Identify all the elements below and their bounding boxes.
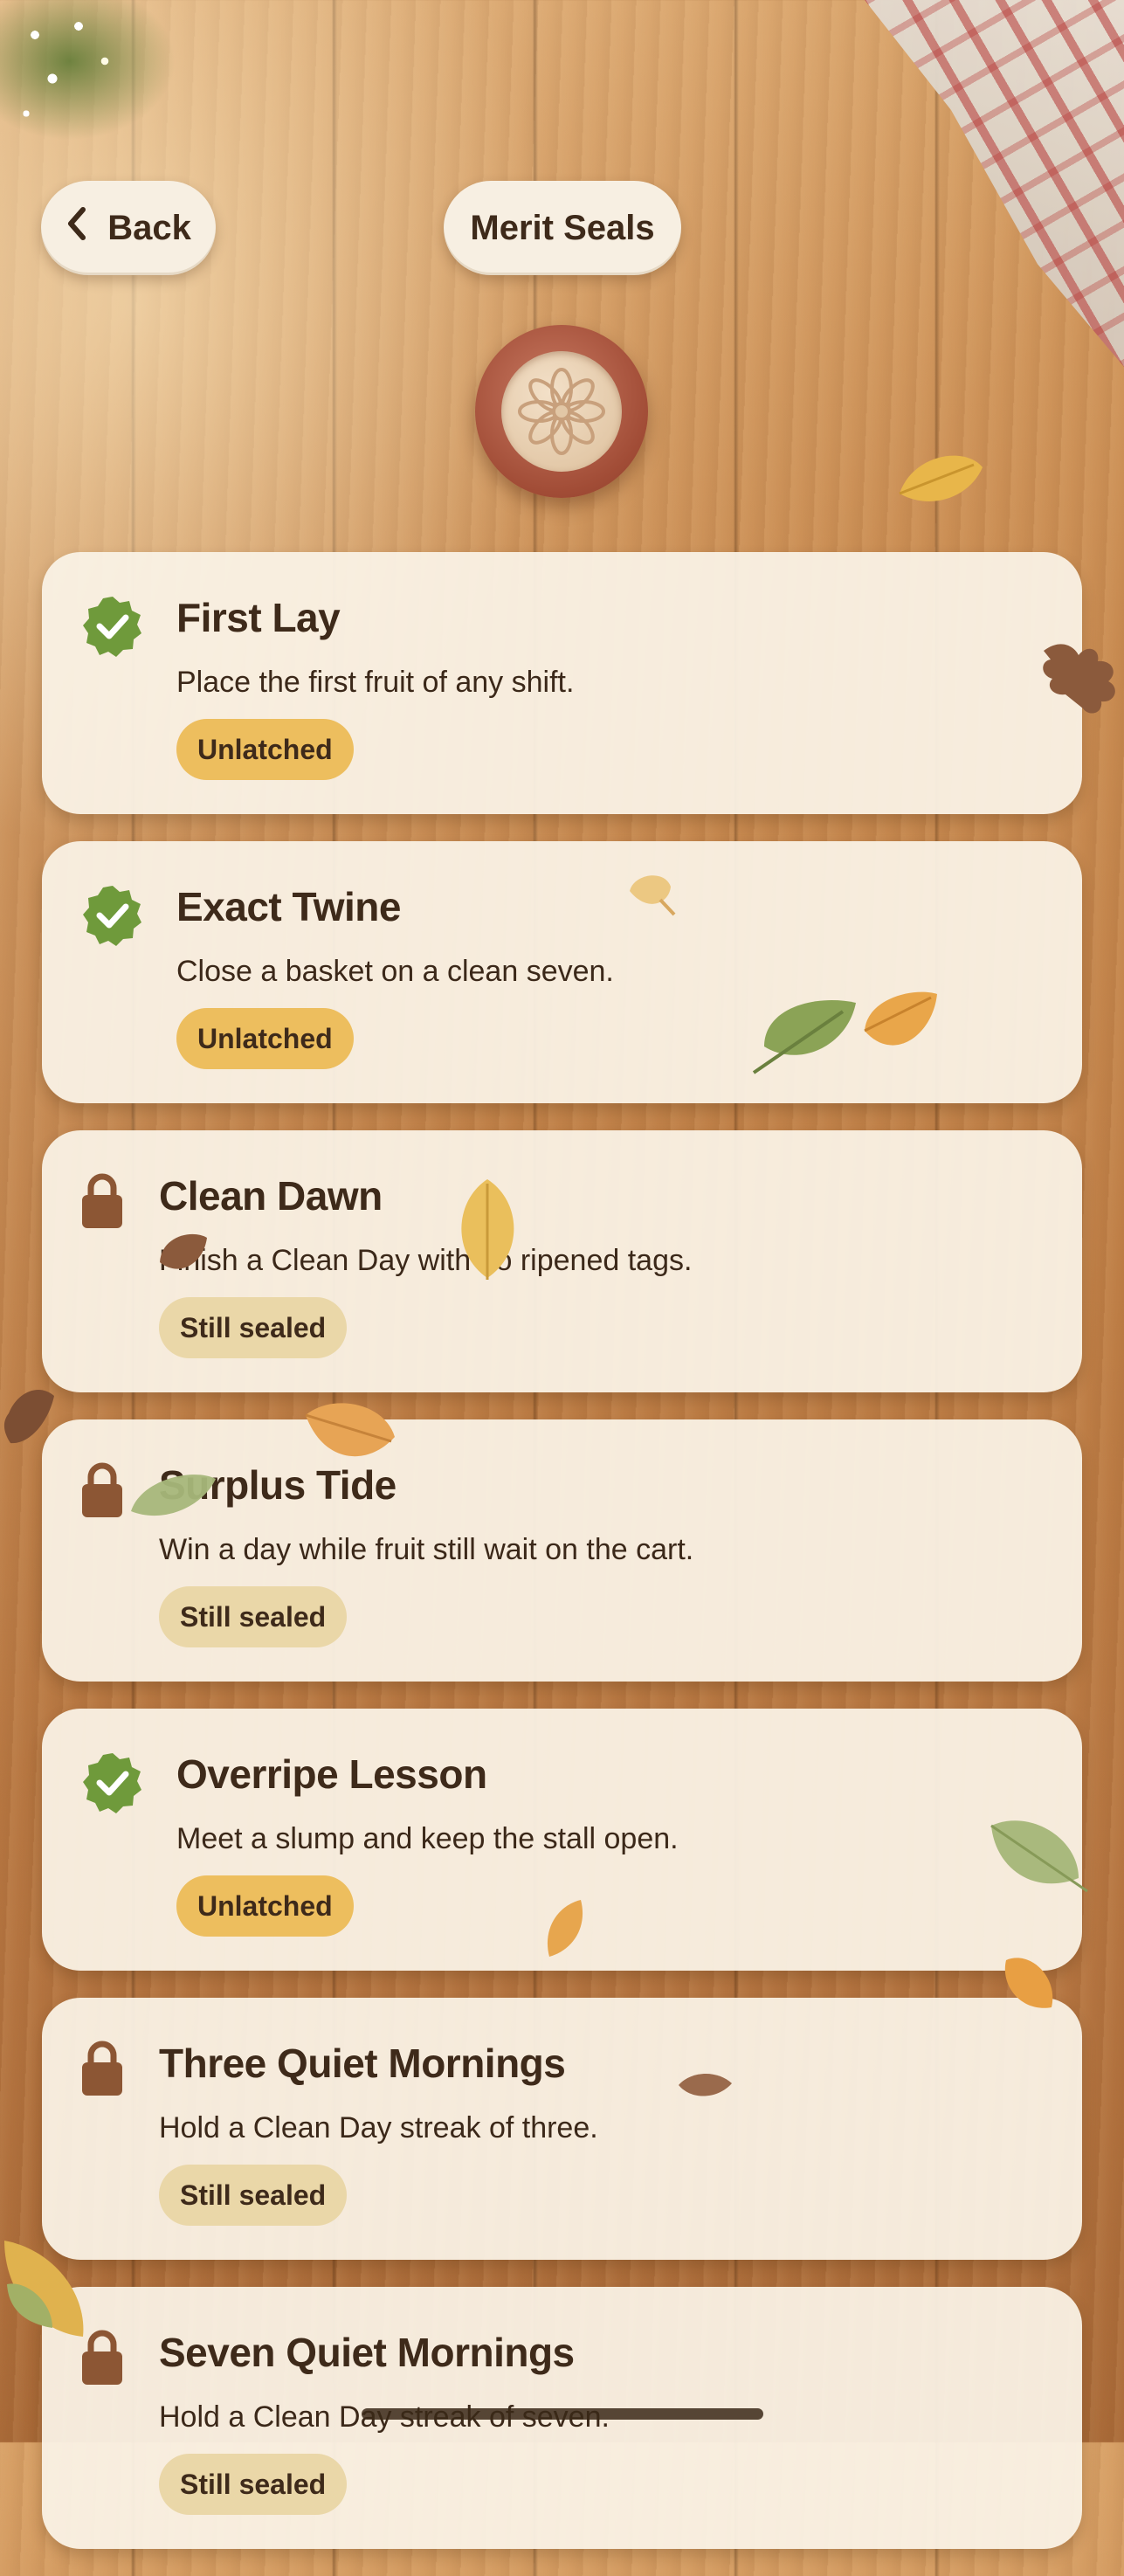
check-badge-icon [80, 1751, 145, 1820]
yellow-leaf-icon [630, 875, 676, 916]
green-leaf-icon [752, 1000, 856, 1074]
home-indicator[interactable] [362, 2408, 763, 2420]
green-leaf-icon [131, 1474, 216, 1516]
yellow-leaf-icon [4, 2241, 84, 2337]
seal-description: Meet a slump and keep the stall open. [176, 1822, 679, 1855]
seal-title: Overripe Lesson [176, 1751, 487, 1797]
seal-title: Clean Dawn [159, 1173, 383, 1219]
status-badge: Still sealed [159, 1297, 348, 1358]
seal-title: Three Quiet Mornings [159, 2041, 566, 2086]
seal-description: Finish a Clean Day with no ripened tags. [159, 1244, 693, 1277]
orange-leaf-icon [547, 1900, 583, 1957]
merit-seal-emblem [475, 325, 648, 498]
check-badge-icon [80, 594, 145, 663]
status-badge: Still sealed [159, 1586, 348, 1647]
seal-description: Hold a Clean Day streak of three. [159, 2111, 598, 2144]
flower-emblem-icon [518, 368, 605, 455]
seal-description: Close a basket on a clean seven. [176, 955, 614, 988]
flower-decoration [0, 0, 245, 175]
yellow-leaf-icon [461, 1179, 514, 1280]
page-title: Merit Seals [444, 181, 681, 275]
back-button[interactable]: Back [41, 181, 216, 275]
orange-leaf-icon [1004, 1958, 1053, 2008]
yellow-leaf-icon [899, 455, 983, 501]
seal-title: Exact Twine [176, 884, 401, 929]
seal-title: Seven Quiet Mornings [159, 2330, 575, 2375]
status-badge: Still sealed [159, 2454, 348, 2515]
brown-leaf-icon [160, 1233, 207, 1269]
brown-leaf-icon [679, 2073, 732, 2096]
seal-description: Win a day while fruit still wait on the … [159, 1533, 694, 1566]
seal-card-surplus-tide[interactable]: Surplus Tide Win a day while fruit still… [42, 1419, 1082, 1682]
lock-icon [80, 2040, 124, 2102]
status-badge: Still sealed [159, 2165, 348, 2226]
checkered-cloth-decoration [865, 0, 1124, 367]
green-leaf-icon [990, 1820, 1088, 1893]
seal-description: Place the first fruit of any shift. [176, 666, 575, 699]
orange-leaf-icon [305, 1403, 395, 1457]
lock-icon [80, 1172, 124, 1234]
oak-leaf-icon [3, 1389, 55, 1444]
orange-leaf-icon [864, 991, 937, 1046]
seal-title: First Lay [176, 595, 341, 640]
seal-card-first-lay[interactable]: First Lay Place the first fruit of any s… [42, 552, 1082, 814]
status-badge: Unlatched [176, 1875, 354, 1937]
status-badge: Unlatched [176, 719, 354, 780]
back-button-label: Back [107, 208, 191, 247]
lock-icon [80, 1461, 124, 1523]
chevron-left-icon [66, 206, 88, 250]
seal-card-three-quiet-mornings[interactable]: Three Quiet Mornings Hold a Clean Day st… [42, 1998, 1082, 2260]
status-badge: Unlatched [176, 1008, 354, 1069]
oak-leaf-icon [1043, 644, 1115, 714]
seal-list: First Lay Place the first fruit of any s… [42, 552, 1082, 2576]
check-badge-icon [80, 883, 145, 952]
